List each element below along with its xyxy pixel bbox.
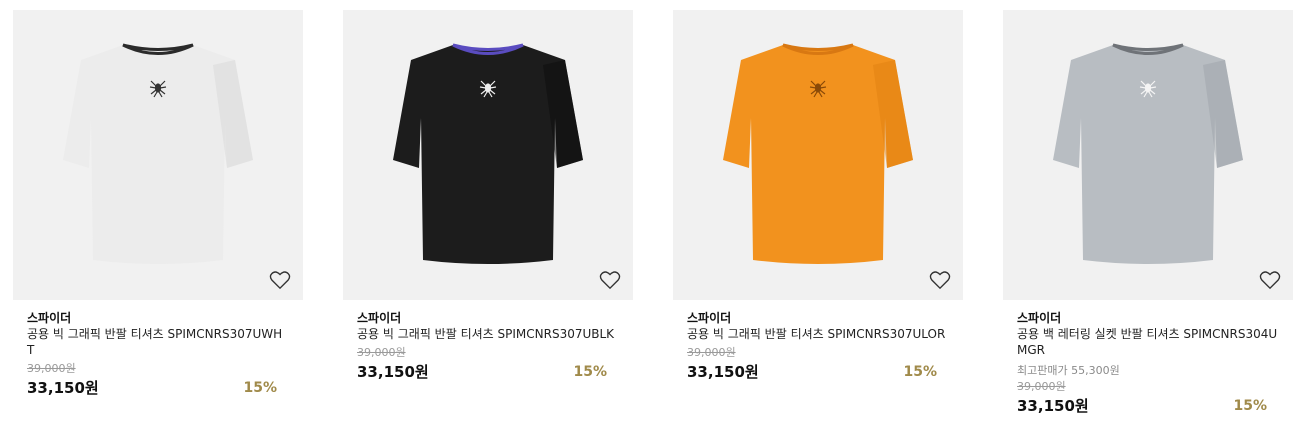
original-price: 39,000원 xyxy=(27,362,76,375)
product-card[interactable]: 스파이더 공용 빅 그래픽 반팔 티셔츠 SPIMCNRS307UBLK 39,… xyxy=(343,10,633,382)
discount-rate: 15% xyxy=(903,364,937,380)
heart-outline-icon[interactable] xyxy=(269,270,291,290)
product-image[interactable] xyxy=(13,10,303,300)
heart-outline-icon[interactable] xyxy=(1259,270,1281,290)
sale-price: 33,150원 xyxy=(1017,397,1089,415)
tshirt-image xyxy=(63,43,253,264)
sale-price: 33,150원 xyxy=(357,363,429,381)
product-image[interactable] xyxy=(343,10,633,300)
product-card[interactable]: 스파이더 공용 빅 그래픽 반팔 티셔츠 SPIMCNRS307ULOR 39,… xyxy=(673,10,963,382)
product-name[interactable]: 공용 백 레터링 실켓 반팔 티셔츠 SPIMCNRS304UMGR xyxy=(1017,326,1279,358)
tshirt-image xyxy=(723,43,913,264)
brand-name[interactable]: 스파이더 xyxy=(27,310,289,326)
brand-name[interactable]: 스파이더 xyxy=(687,310,949,326)
max-sale-price: 최고판매가 55,300원 xyxy=(1017,364,1120,377)
sale-price: 33,150원 xyxy=(687,363,759,381)
discount-rate: 15% xyxy=(243,380,277,396)
tshirt-image xyxy=(1053,43,1243,264)
heart-outline-icon[interactable] xyxy=(599,270,621,290)
original-price: 39,000원 xyxy=(687,346,736,359)
product-image[interactable] xyxy=(1003,10,1293,300)
original-price: 39,000원 xyxy=(1017,380,1066,393)
tshirt-image xyxy=(393,43,583,264)
heart-outline-icon[interactable] xyxy=(929,270,951,290)
product-name[interactable]: 공용 빅 그래픽 반팔 티셔츠 SPIMCNRS307UWHT xyxy=(27,326,289,358)
sale-price: 33,150원 xyxy=(27,379,99,397)
original-price: 39,000원 xyxy=(357,346,406,359)
discount-rate: 15% xyxy=(1233,398,1267,414)
product-card[interactable]: 스파이더 공용 백 레터링 실켓 반팔 티셔츠 SPIMCNRS304UMGR … xyxy=(1003,10,1293,416)
brand-name[interactable]: 스파이더 xyxy=(1017,310,1279,326)
product-name[interactable]: 공용 빅 그래픽 반팔 티셔츠 SPIMCNRS307UBLK xyxy=(357,326,619,342)
discount-rate: 15% xyxy=(573,364,607,380)
product-image[interactable] xyxy=(673,10,963,300)
product-name[interactable]: 공용 빅 그래픽 반팔 티셔츠 SPIMCNRS307ULOR xyxy=(687,326,949,342)
brand-name[interactable]: 스파이더 xyxy=(357,310,619,326)
product-card[interactable]: 스파이더 공용 빅 그래픽 반팔 티셔츠 SPIMCNRS307UWHT 39,… xyxy=(13,10,303,398)
